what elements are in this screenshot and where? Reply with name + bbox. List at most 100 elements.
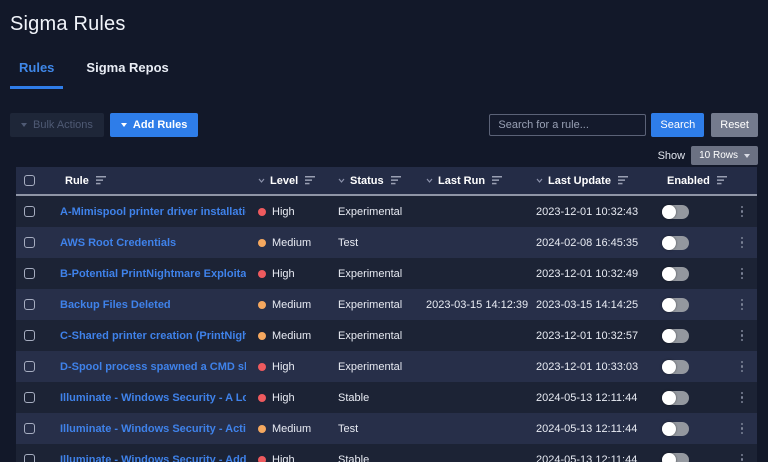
enabled-cell <box>652 360 727 374</box>
kebab-menu-icon[interactable] <box>738 389 747 407</box>
row-checkbox[interactable] <box>24 392 35 403</box>
rule-name-cell: C-Shared printer creation (PrintNightmar… <box>56 330 254 342</box>
tab-bar: Rules Sigma Repos <box>10 60 758 89</box>
row-checkbox[interactable] <box>24 423 35 434</box>
column-header-label: Last Run <box>438 175 485 187</box>
enabled-toggle[interactable] <box>662 453 689 462</box>
table-row: D-Spool process spawned a CMD shell (Pri… <box>16 351 757 382</box>
enabled-toggle[interactable] <box>662 267 689 281</box>
last-update-value: 2023-12-01 10:32:43 <box>532 206 652 218</box>
chevron-down-icon[interactable] <box>426 178 433 183</box>
table-row: A-Mimispool printer driver installation … <box>16 196 757 227</box>
column-header[interactable]: Last Update <box>532 175 652 187</box>
rows-per-page-dropdown[interactable]: 10 Rows <box>691 146 758 165</box>
status-label: Experimental <box>334 268 422 280</box>
kebab-menu-icon[interactable] <box>738 420 747 438</box>
rule-name-link[interactable]: Illuminate - Windows Security - A Logon … <box>60 392 246 404</box>
column-header[interactable]: Enabled <box>652 175 727 187</box>
row-checkbox[interactable] <box>24 299 35 310</box>
rule-name-link[interactable]: A-Mimispool printer driver installation … <box>60 206 246 218</box>
select-all-checkbox[interactable] <box>24 175 35 186</box>
enabled-toggle[interactable] <box>662 329 689 343</box>
toggle-knob <box>662 453 676 462</box>
rule-name-link[interactable]: D-Spool process spawned a CMD shell (Pri… <box>60 361 246 373</box>
row-checkbox[interactable] <box>24 237 35 248</box>
status-label: Test <box>334 237 422 249</box>
column-header[interactable]: Last Run <box>422 175 532 187</box>
kebab-menu-icon[interactable] <box>738 296 747 314</box>
enabled-toggle[interactable] <box>662 422 689 436</box>
kebab-menu-icon[interactable] <box>738 265 747 283</box>
search-input[interactable] <box>489 114 646 136</box>
rule-name-cell: AWS Root Credentials <box>56 237 254 249</box>
status-label: Experimental <box>334 361 422 373</box>
rule-name-cell: Illuminate - Windows Security - A Logon … <box>56 392 254 404</box>
rules-table: Rule Level Status Last Run Last Upda <box>16 167 757 462</box>
toolbar-right: Search Reset <box>489 113 758 137</box>
rule-name-link[interactable]: B-Potential PrintNightmare Exploitation … <box>60 268 246 280</box>
enabled-toggle[interactable] <box>662 360 689 374</box>
chevron-down-icon[interactable] <box>338 178 345 183</box>
column-header-label: Level <box>270 175 298 187</box>
row-checkbox[interactable] <box>24 268 35 279</box>
tab-rules[interactable]: Rules <box>10 60 63 89</box>
row-checkbox[interactable] <box>24 206 35 217</box>
enabled-toggle[interactable] <box>662 205 689 219</box>
search-button[interactable]: Search <box>651 113 704 137</box>
row-checkbox[interactable] <box>24 330 35 341</box>
chevron-down-icon[interactable] <box>536 178 543 183</box>
level-dot <box>258 456 266 462</box>
tab-sigma-repos[interactable]: Sigma Repos <box>77 60 177 89</box>
toggle-knob <box>662 329 676 343</box>
column-header[interactable]: Level <box>254 175 334 187</box>
rule-name-link[interactable]: C-Shared printer creation (PrintNightmar… <box>60 330 246 342</box>
rule-name-link[interactable]: AWS Root Credentials <box>60 237 246 249</box>
rule-name-link[interactable]: Illuminate - Windows Security - Add User… <box>60 454 246 462</box>
row-menu-cell <box>727 420 757 438</box>
column-header[interactable]: Status <box>334 175 422 187</box>
enabled-toggle[interactable] <box>662 298 689 312</box>
kebab-menu-icon[interactable] <box>738 358 747 376</box>
column-header[interactable]: Rule <box>56 175 254 187</box>
toggle-knob <box>662 267 676 281</box>
sort-filter-icon[interactable] <box>96 176 108 185</box>
rule-name-cell: D-Spool process spawned a CMD shell (Pri… <box>56 361 254 373</box>
level-label: High <box>272 206 295 218</box>
sort-filter-icon[interactable] <box>391 176 403 185</box>
reset-button[interactable]: Reset <box>711 113 758 137</box>
row-checkbox[interactable] <box>24 454 35 462</box>
enabled-cell <box>652 422 727 436</box>
sort-filter-icon[interactable] <box>492 176 504 185</box>
row-checkbox[interactable] <box>24 361 35 372</box>
level-cell: High <box>254 206 334 218</box>
row-checkbox-cell <box>16 454 56 462</box>
add-rules-button[interactable]: Add Rules <box>110 113 198 137</box>
kebab-menu-icon[interactable] <box>738 234 747 252</box>
sort-filter-icon[interactable] <box>305 176 317 185</box>
toolbar: Bulk Actions Add Rules Search Reset <box>10 113 758 137</box>
enabled-toggle[interactable] <box>662 236 689 250</box>
chevron-down-icon[interactable] <box>258 178 265 183</box>
kebab-menu-icon[interactable] <box>738 327 747 345</box>
level-cell: High <box>254 268 334 280</box>
kebab-menu-icon[interactable] <box>738 451 747 462</box>
rule-name-link[interactable]: Backup Files Deleted <box>60 299 246 311</box>
table-row: AWS Root Credentials Medium Test 2024-02… <box>16 227 757 258</box>
bulk-actions-button[interactable]: Bulk Actions <box>10 113 104 137</box>
status-label: Stable <box>334 454 422 462</box>
enabled-cell <box>652 267 727 281</box>
row-menu-cell <box>727 296 757 314</box>
sigma-rules-page: Sigma Rules Rules Sigma Repos Bulk Actio… <box>0 0 768 462</box>
column-header-label: Rule <box>65 175 89 187</box>
level-cell: Medium <box>254 237 334 249</box>
rule-name-link[interactable]: Illuminate - Windows Security - Active D… <box>60 423 246 435</box>
enabled-toggle[interactable] <box>662 391 689 405</box>
row-checkbox-cell <box>16 423 56 434</box>
table-row: Illuminate - Windows Security - Active D… <box>16 413 757 444</box>
sort-filter-icon[interactable] <box>717 176 729 185</box>
row-checkbox-cell <box>16 237 56 248</box>
kebab-menu-icon[interactable] <box>738 203 747 221</box>
sort-filter-icon[interactable] <box>618 176 630 185</box>
column-header-label: Status <box>350 175 384 187</box>
toggle-knob <box>662 391 676 405</box>
